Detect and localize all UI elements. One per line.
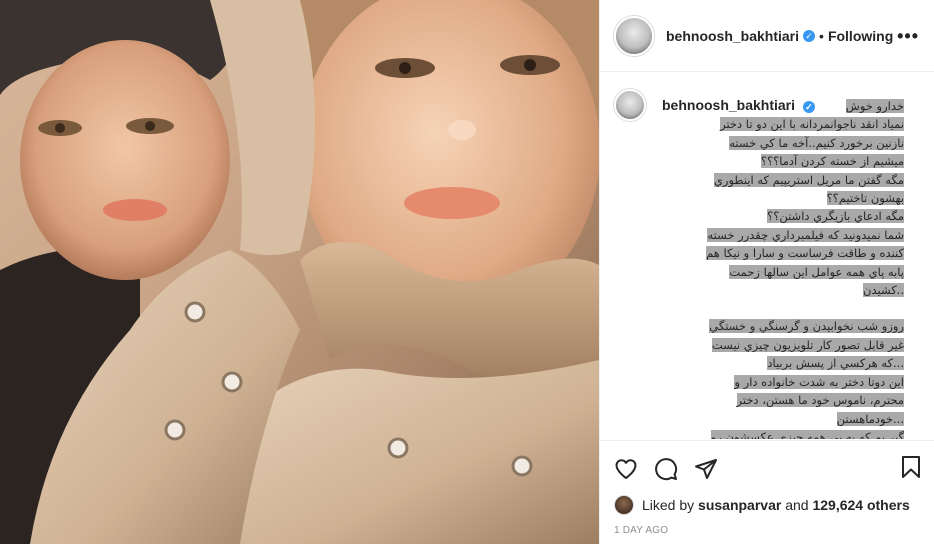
caption-line: نمياد انقد ناجوانمردانه با اين دو تا دخت… xyxy=(720,117,904,132)
likes-count[interactable]: 129,624 others xyxy=(812,497,909,513)
liker-username[interactable]: susanparvar xyxy=(698,497,781,513)
post-side-panel: behnoosh_bakhtiari ✓ • Following ••• beh… xyxy=(599,0,934,544)
verified-badge-icon: ✓ xyxy=(803,29,816,42)
share-icon xyxy=(695,459,717,479)
caption-line: ..كشيدن xyxy=(863,283,904,298)
caption-line: نازنين برخورد كنيم..آخه ما كي خسته xyxy=(729,135,904,150)
caption-line: مگه ادعاي بازيگري داشتن؟؟ xyxy=(767,209,904,224)
caption-line: شما نميدونيد كه فيلمبرداري چقدرر خسته xyxy=(707,227,904,242)
following-button[interactable]: Following xyxy=(828,28,893,44)
comment-icon xyxy=(655,458,678,481)
post-photo[interactable] xyxy=(0,0,599,544)
caption-line: محترم، ناموس خود ما هستن، دختر xyxy=(736,393,904,408)
likes-row: Liked by susanparvar and 129,624 others xyxy=(614,491,921,519)
caption-line: بهشون تاختيم؟؟ xyxy=(826,191,904,206)
liker-avatar[interactable] xyxy=(614,495,634,515)
caption-line: خدارو خوش xyxy=(845,99,904,113)
caption-section: behnoosh_bakhtiari ✓ خدارو خوش نمياد انق… xyxy=(600,73,934,439)
header-separator: • xyxy=(819,27,824,44)
caption-line: ...خودماهستن xyxy=(836,411,904,426)
post-header: behnoosh_bakhtiari ✓ • Following ••• xyxy=(600,0,934,72)
caption-line: پابه پاي همه عوامل اين سالها زحمت xyxy=(729,264,904,279)
post-timestamp[interactable]: 1 DAY AGO xyxy=(614,525,921,536)
caption-line: ميشيم از خسته كردن آدما؟؟؟ xyxy=(760,154,904,169)
likes-conjunction: and xyxy=(785,497,809,513)
caption-line: اين دوتا دختر به شدت خانواده دار و xyxy=(734,374,904,389)
caption-line: كننده و طاقت فرساست و سارا و نيكا هم xyxy=(706,246,904,261)
caption-line: مگه گفتن ما مريل استريپيم كه اينطوري xyxy=(713,172,904,187)
likes-text: Liked by susanparvar and 129,624 others xyxy=(642,497,910,513)
bookmark-icon xyxy=(902,456,920,478)
caption-line: ...كه هركسي از پسش بربياد xyxy=(767,356,904,371)
caption-text: خدارو خوش نمياد انقد ناجوانمردانه با اين… xyxy=(664,97,904,439)
caption-avatar[interactable] xyxy=(614,89,646,121)
author-username[interactable]: behnoosh_bakhtiari xyxy=(666,28,799,44)
like-button[interactable] xyxy=(614,449,654,489)
comment-button[interactable] xyxy=(654,449,694,489)
more-options-icon[interactable]: ••• xyxy=(897,26,919,47)
caption-line: روزو شب نخوابيدن و گرسنگي و خستگي xyxy=(709,319,904,334)
author-avatar[interactable] xyxy=(614,15,654,56)
save-button[interactable] xyxy=(899,455,923,484)
caption-line: غير قابل تصور كار تلويزيون چيزي نيست xyxy=(711,337,904,352)
post-photo-illustration xyxy=(0,0,599,544)
share-button[interactable] xyxy=(694,449,734,489)
post-actions: Liked by susanparvar and 129,624 others … xyxy=(600,440,934,536)
caption-line: گير يم كه يه بي همه چيزي عكسشون رو xyxy=(664,428,904,439)
heart-icon xyxy=(615,459,637,479)
likes-prefix: Liked by xyxy=(642,497,695,513)
